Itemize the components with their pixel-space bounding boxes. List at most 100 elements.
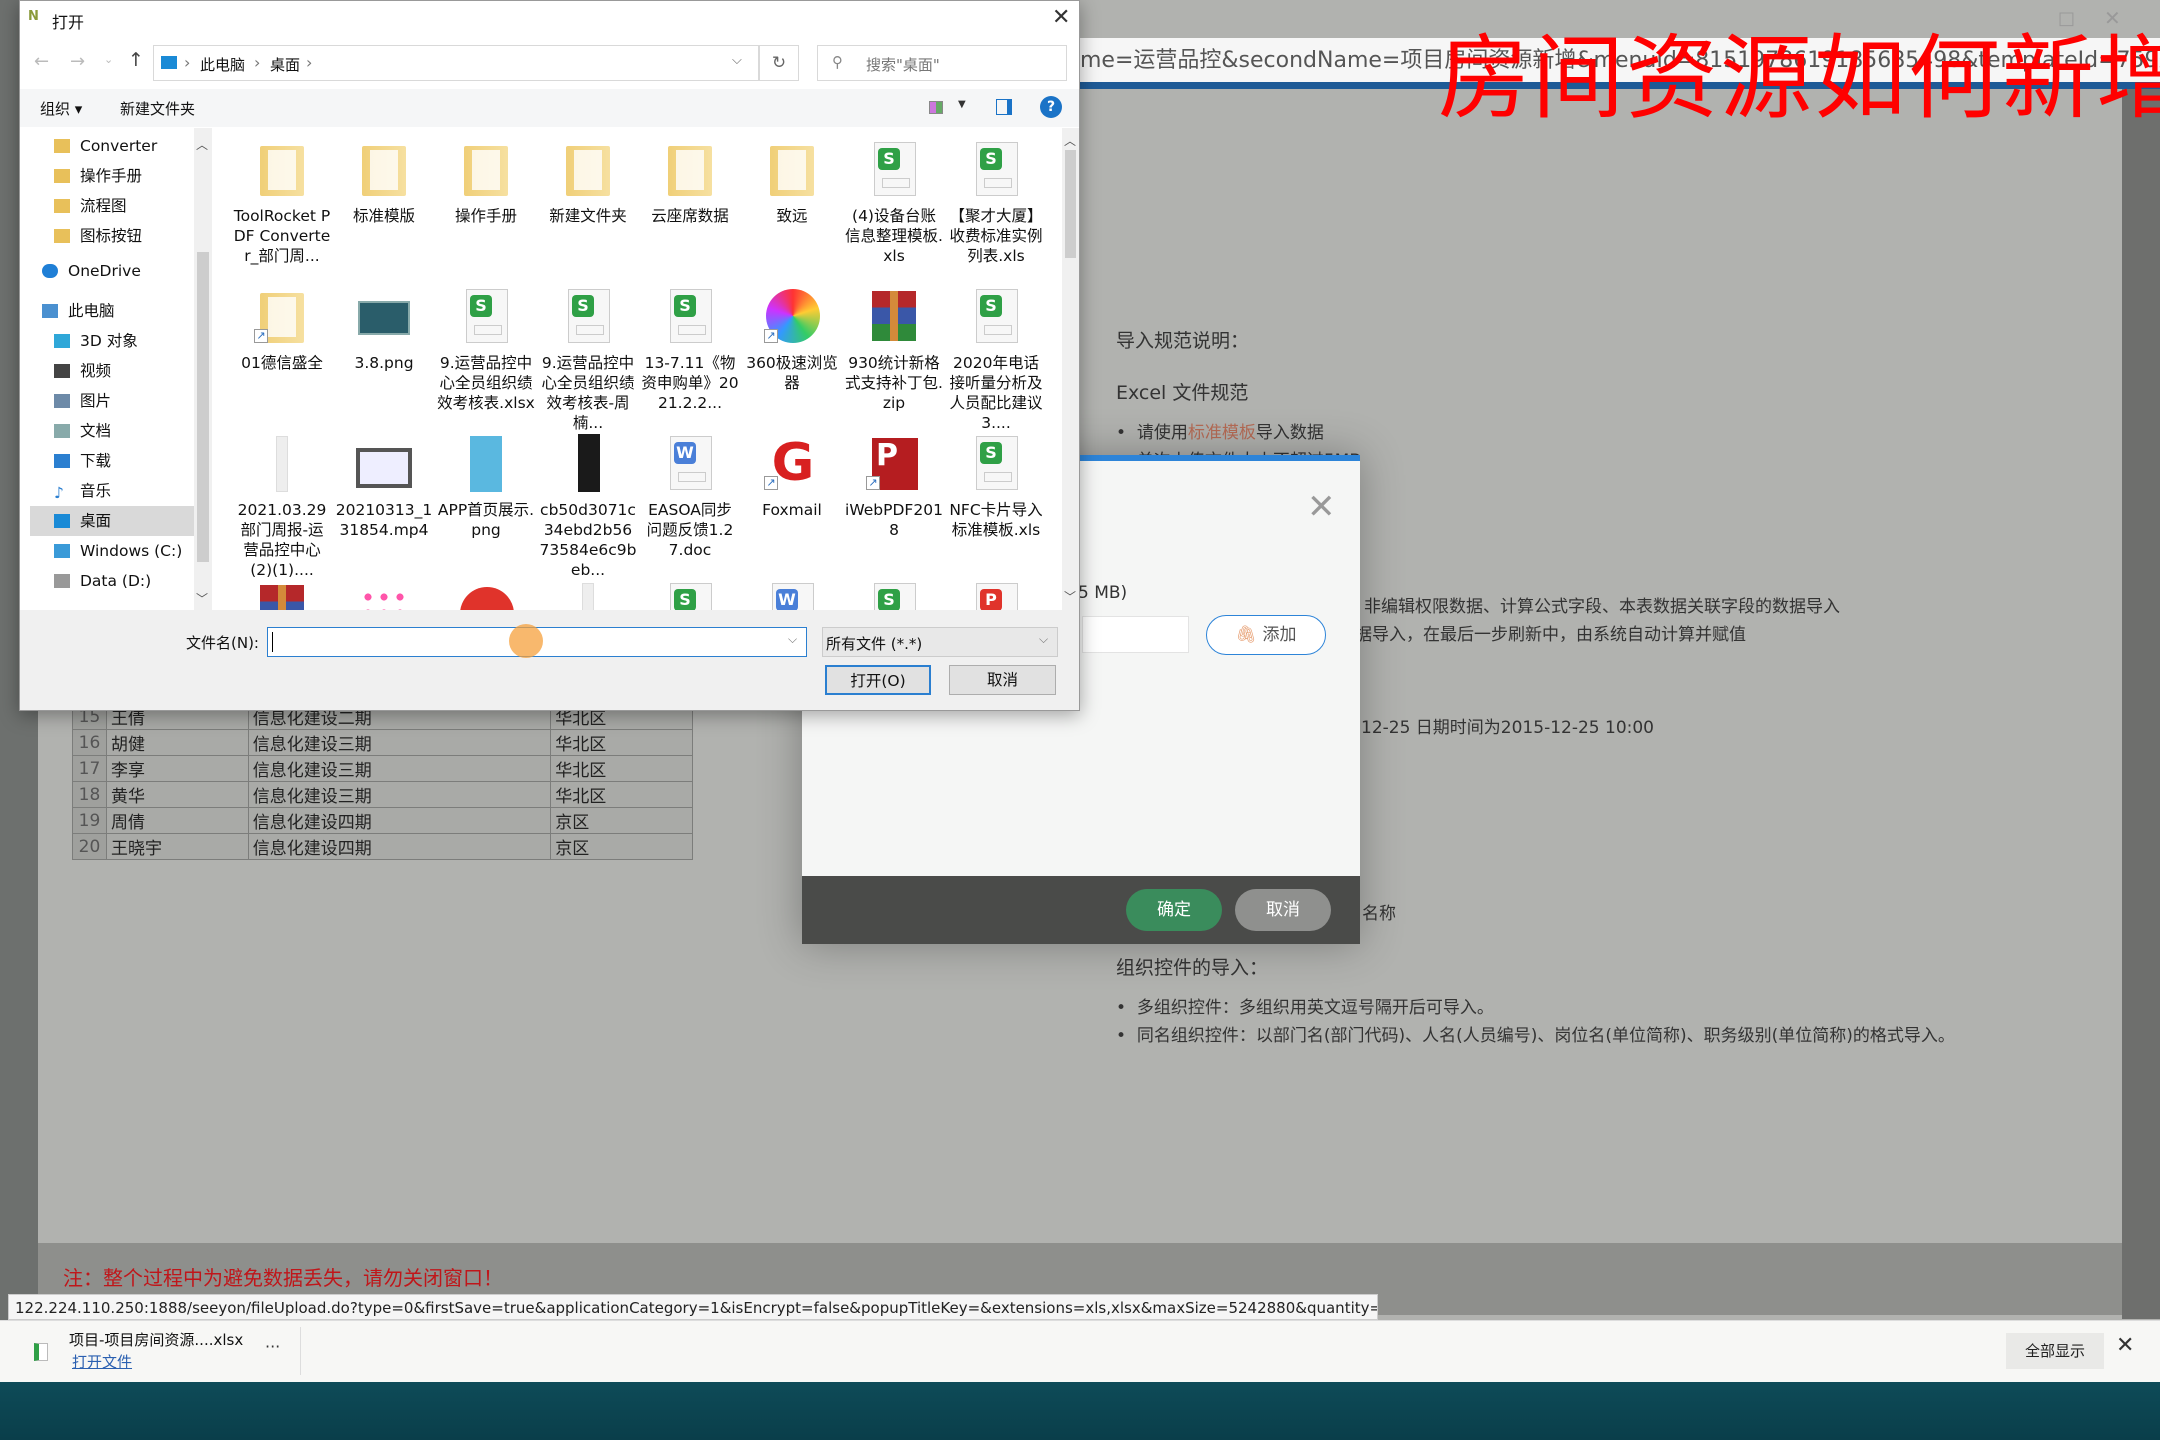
file-item[interactable]: S 13-7.11《物资申购单》2021.2.2... [639, 287, 741, 434]
confirm-button[interactable]: 确定 [1126, 889, 1222, 931]
scroll-up-icon[interactable]: ︿ [196, 136, 208, 153]
open-file-dialog: N 打开 ✕ ← → ⌄ ↑ › 此电脑 › 桌面 › ⌵ ↻ ⚲ 搜索"桌面"… [19, 0, 1080, 711]
file-item[interactable]: W [741, 581, 843, 610]
refresh-icon[interactable]: ↻ [759, 45, 799, 81]
file-item[interactable]: P [945, 581, 1047, 610]
search-input[interactable]: ⚲ 搜索"桌面" [817, 45, 1067, 81]
cancel-button[interactable]: 取消 [1235, 889, 1331, 931]
add-file-button[interactable]: 🖇 添加 [1206, 615, 1326, 655]
nav-item[interactable]: 操作手册 [30, 161, 202, 191]
file-name: 9.运营品控中心全员组织绩效考核表-周楠... [541, 354, 635, 432]
file-item[interactable]: P ↗ iWebPDF2018 [843, 434, 945, 581]
xls-file-icon: S [966, 140, 1026, 200]
address-breadcrumb[interactable]: › 此电脑 › 桌面 › ⌵ [153, 45, 759, 81]
nav-scrollbar[interactable]: ︿ ﹀ [194, 128, 212, 610]
file-item[interactable] [333, 581, 435, 610]
nav-item[interactable]: Converter [30, 131, 202, 161]
rule-text: 据导入，在最后一步刷新中，由系统自动计算并赋值 [1355, 625, 1746, 645]
nav-item[interactable]: 图标按钮 [30, 221, 202, 251]
file-list-scrollbar[interactable]: ︿ ﹀ [1062, 128, 1079, 610]
close-icon[interactable]: ✕ [1307, 487, 1336, 527]
file-item[interactable]: 2021.03.29部门周报-运营品控中心(2)(1).... [231, 434, 333, 581]
nav-item[interactable]: Windows (C:) [30, 536, 202, 566]
close-icon[interactable]: ✕ [2116, 1333, 2134, 1358]
file-name: cb50d3071c34ebd2b5673584e6c9beb... [539, 501, 637, 579]
file-item[interactable] [537, 581, 639, 610]
scroll-down-icon[interactable]: ﹀ [1064, 588, 1076, 605]
nav-item[interactable]: 下载 [30, 446, 202, 476]
file-item[interactable] [435, 581, 537, 610]
drive-icon [54, 574, 70, 588]
file-item[interactable]: 云座席数据 [639, 140, 741, 287]
file-item[interactable]: S 9.运营品控中心全员组织绩效考核表-周楠... [537, 287, 639, 434]
chevron-down-icon[interactable]: ⌵ [788, 632, 797, 647]
file-item[interactable]: 20210313_131854.mp4 [333, 434, 435, 581]
file-item[interactable]: 3.8.png [333, 287, 435, 434]
file-item[interactable]: S [843, 581, 945, 610]
file-item[interactable]: APP首页展示.png [435, 434, 537, 581]
file-path-input[interactable] [1082, 616, 1189, 653]
back-icon[interactable]: ← [34, 51, 49, 72]
forward-icon[interactable]: → [70, 51, 85, 72]
file-item[interactable]: S 【聚才大厦】收费标准实例列表.xls [945, 140, 1047, 287]
text: 多组织控件：多组织用英文逗号隔开后可导入。 [1136, 998, 1494, 1018]
download-filename[interactable]: 项目-项目房间资源....xlsx [69, 1329, 243, 1350]
scroll-thumb[interactable] [197, 252, 209, 562]
nav-item[interactable]: OneDrive [30, 256, 202, 286]
file-item[interactable] [231, 581, 333, 610]
file-item[interactable]: S (4)设备台账信息整理模板.xls [843, 140, 945, 287]
organize-button[interactable]: 组织 ▾ [40, 98, 82, 119]
nav-item[interactable]: 3D 对象 [30, 326, 202, 356]
view-options-icon[interactable] [929, 101, 943, 114]
chevron-down-icon[interactable]: ⌵ [732, 53, 742, 68]
nav-item[interactable]: Data (D:) [30, 566, 202, 596]
file-item[interactable]: ↗ 360极速浏览器 [741, 287, 843, 434]
file-item[interactable]: S 2020年电话接听量分析及人员配比建议3.... [945, 287, 1047, 434]
scroll-down-icon[interactable]: ﹀ [196, 590, 208, 607]
template-link[interactable]: 标准模板 [1188, 423, 1256, 443]
cloud-icon [42, 264, 58, 278]
preview-pane-icon[interactable] [996, 99, 1012, 115]
file-item[interactable]: ↗ 01德信盛全 [231, 287, 333, 434]
show-all-button[interactable]: 全部显示 [2006, 1333, 2104, 1369]
file-item[interactable]: S NFC卡片导入标准模板.xls [945, 434, 1047, 581]
scroll-thumb[interactable] [1065, 150, 1076, 258]
cancel-button[interactable]: 取消 [949, 665, 1056, 695]
org-bullet: • 同名组织控件：以部门名(部门代码)、人名(人员编号)、岗位名(单位简称)、职… [1116, 1026, 1955, 1046]
file-item[interactable]: G ↗ Foxmail [741, 434, 843, 581]
file-item[interactable]: 致远 [741, 140, 843, 287]
nav-item[interactable]: 桌面 [30, 506, 202, 536]
nav-item[interactable]: 图片 [30, 386, 202, 416]
sheet-cell: 华北区 [550, 755, 693, 782]
help-icon[interactable]: ? [1040, 96, 1062, 118]
file-item[interactable]: 操作手册 [435, 140, 537, 287]
nav-item[interactable]: 视频 [30, 356, 202, 386]
file-item[interactable]: W EASOA同步问题反馈1.27.doc [639, 434, 741, 581]
open-file-link[interactable]: 打开文件 [72, 1351, 132, 1372]
more-options-button[interactable]: ··· [265, 1337, 280, 1356]
nav-item[interactable]: 文档 [30, 416, 202, 446]
scroll-up-icon[interactable]: ︿ [1064, 132, 1076, 149]
up-icon[interactable]: ↑ [128, 49, 144, 71]
breadcrumb-item[interactable]: 桌面 [270, 54, 300, 75]
sheet-cell: 胡健 [106, 729, 249, 756]
open-button[interactable]: 打开(O) [825, 665, 931, 695]
nav-item[interactable]: 此电脑 [30, 296, 202, 326]
file-item[interactable]: ToolRocket PDF Converter_部门周... [231, 140, 333, 287]
nav-item[interactable]: ♪ 音乐 [30, 476, 202, 506]
new-folder-button[interactable]: 新建文件夹 [120, 98, 195, 119]
close-icon[interactable]: ✕ [1052, 5, 1070, 30]
file-item[interactable]: 标准模版 [333, 140, 435, 287]
view-dropdown-icon[interactable]: ▼ [958, 99, 966, 110]
file-item[interactable]: S [639, 581, 741, 610]
file-type-select[interactable]: 所有文件 (*.*) ⌵ [822, 627, 1058, 657]
file-item[interactable]: 新建文件夹 [537, 140, 639, 287]
breadcrumb-item[interactable]: 此电脑 [200, 54, 245, 75]
file-item[interactable]: cb50d3071c34ebd2b5673584e6c9beb... [537, 434, 639, 581]
nav-label: 桌面 [80, 512, 112, 530]
recent-dropdown-icon[interactable]: ⌄ [104, 53, 113, 66]
nav-item[interactable]: 流程图 [30, 191, 202, 221]
file-item[interactable]: 930统计新格式支持补丁包.zip [843, 287, 945, 434]
scrollbar[interactable] [2122, 89, 2160, 1319]
file-item[interactable]: S 9.运营品控中心全员组织绩效考核表.xlsx [435, 287, 537, 434]
